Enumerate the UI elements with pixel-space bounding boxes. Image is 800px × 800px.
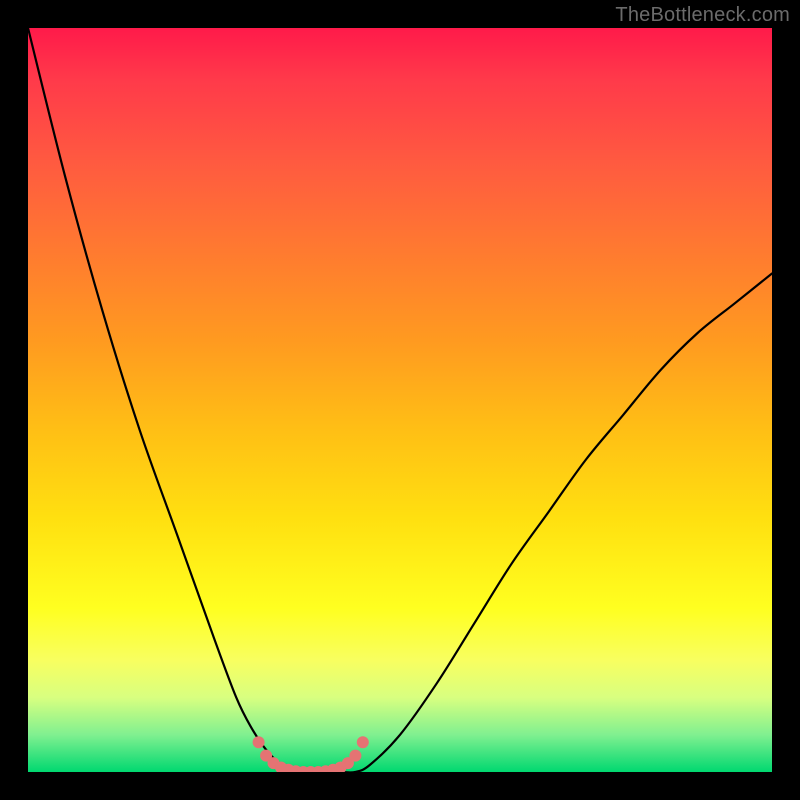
trough-marker-dot xyxy=(357,736,369,748)
curve-path xyxy=(28,28,772,772)
trough-marker-dot xyxy=(253,736,265,748)
plot-area xyxy=(28,28,772,772)
trough-marker-dot xyxy=(349,750,361,762)
watermark-text: TheBottleneck.com xyxy=(615,4,790,27)
bottleneck-curve xyxy=(28,28,772,772)
trough-markers xyxy=(253,736,369,772)
chart-frame: TheBottleneck.com xyxy=(0,0,800,800)
